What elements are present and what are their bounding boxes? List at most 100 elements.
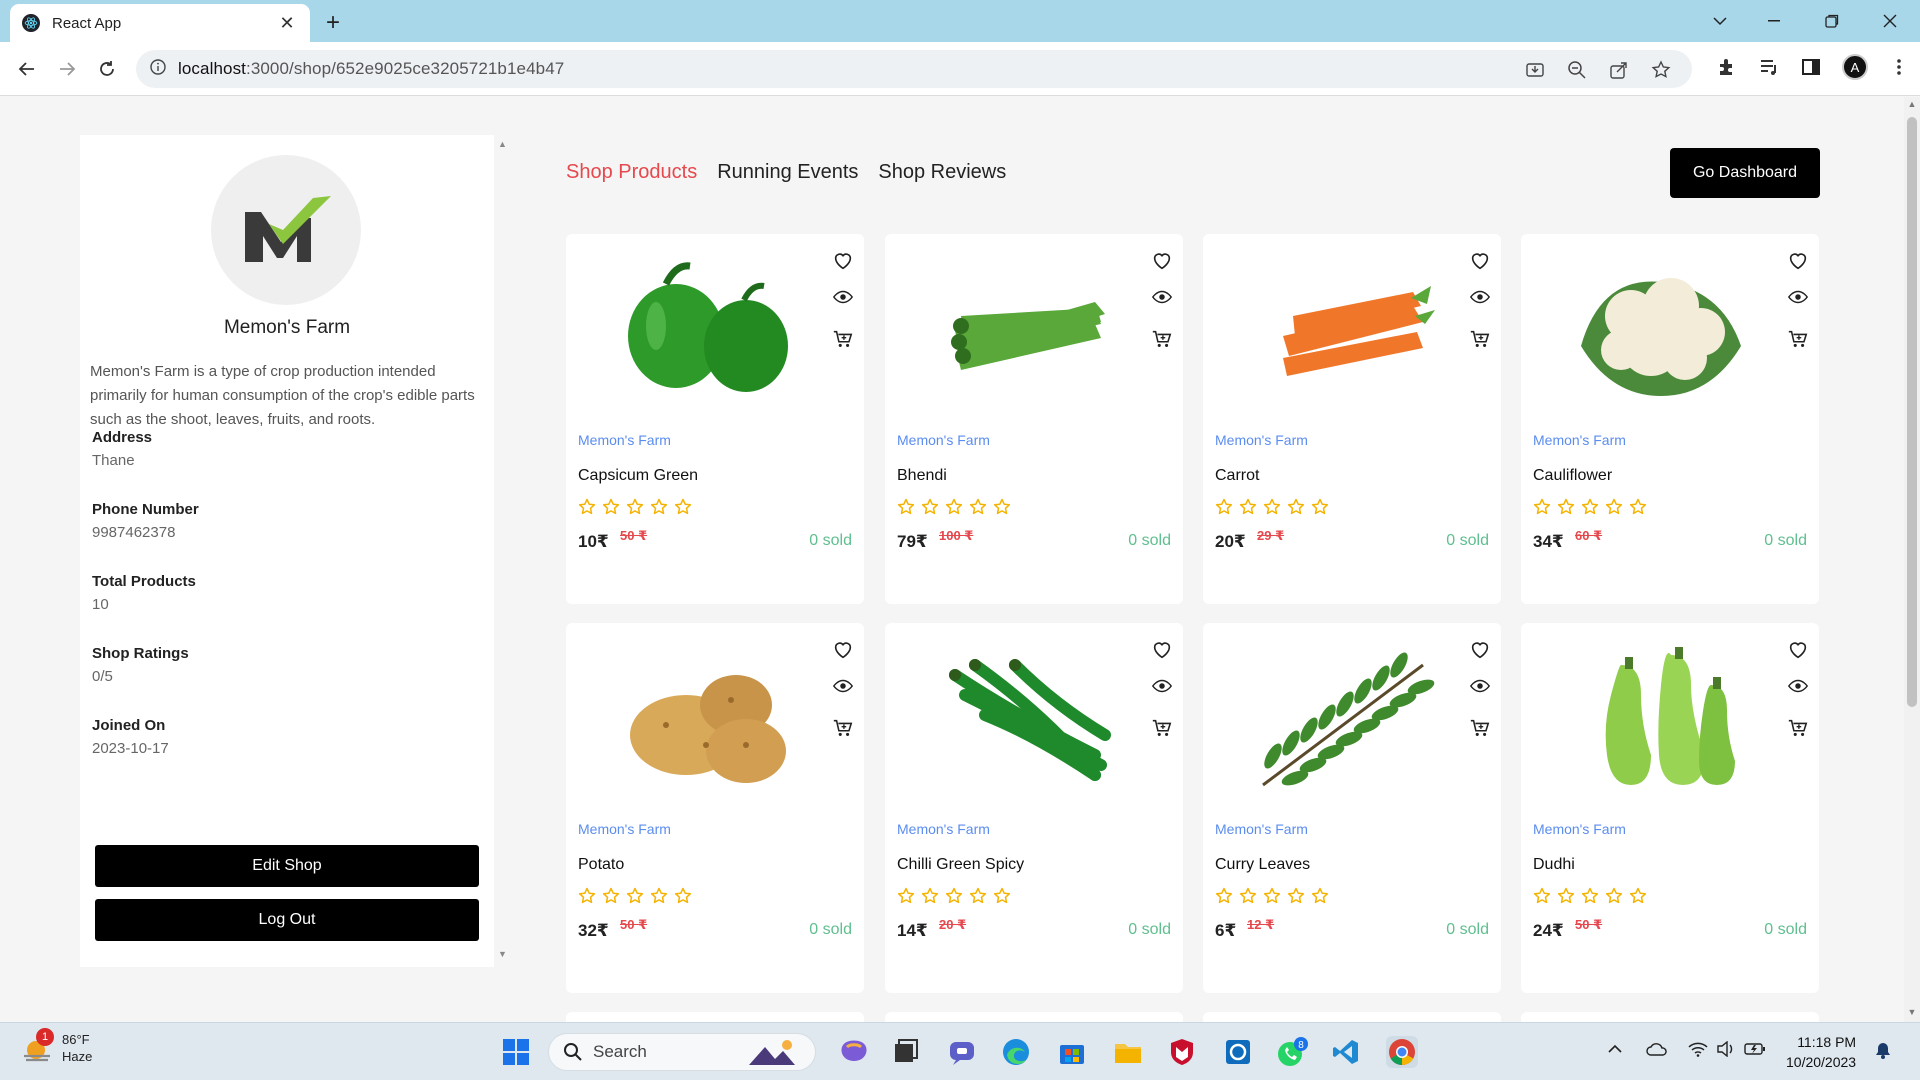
vscode-icon[interactable]	[1330, 1036, 1362, 1068]
scroll-down-arrow-icon[interactable]: ▼	[498, 949, 507, 959]
zoom-icon[interactable]	[1566, 59, 1588, 81]
notification-bell-icon[interactable]	[1874, 1041, 1892, 1063]
star-icon[interactable]	[1605, 887, 1623, 905]
eye-icon[interactable]	[1787, 286, 1809, 308]
product-shop-link[interactable]: Memon's Farm	[1215, 432, 1308, 448]
remote-app-icon[interactable]	[1222, 1036, 1254, 1068]
heart-icon[interactable]	[1787, 639, 1809, 661]
product-shop-link[interactable]: Memon's Farm	[897, 821, 990, 837]
cart-icon[interactable]	[1151, 328, 1173, 350]
star-icon[interactable]	[1629, 498, 1647, 516]
star-icon[interactable]	[650, 498, 668, 516]
cart-icon[interactable]	[1151, 717, 1173, 739]
product-shop-link[interactable]: Memon's Farm	[1215, 821, 1308, 837]
windows-start-icon[interactable]	[500, 1036, 532, 1068]
heart-icon[interactable]	[1469, 250, 1491, 272]
product-image[interactable]	[1561, 635, 1761, 805]
extensions-puzzle-icon[interactable]	[1716, 56, 1738, 78]
product-shop-link[interactable]: Memon's Farm	[897, 432, 990, 448]
product-card[interactable]: Memon's Farm Capsicum Green 10₹ 50 ₹ 0 s…	[566, 234, 864, 604]
star-icon[interactable]	[602, 887, 620, 905]
product-image[interactable]	[606, 635, 806, 805]
star-icon[interactable]	[969, 887, 987, 905]
star-icon[interactable]	[921, 887, 939, 905]
go-dashboard-button[interactable]: Go Dashboard	[1670, 148, 1820, 198]
product-name[interactable]: Curry Leaves	[1215, 856, 1310, 874]
star-icon[interactable]	[1311, 887, 1329, 905]
product-name[interactable]: Dudhi	[1533, 856, 1575, 874]
eye-icon[interactable]	[1151, 675, 1173, 697]
product-image[interactable]	[1243, 246, 1443, 416]
reload-icon[interactable]	[92, 54, 122, 84]
star-icon[interactable]	[897, 887, 915, 905]
star-icon[interactable]	[626, 498, 644, 516]
media-queue-icon[interactable]	[1758, 56, 1780, 78]
product-image[interactable]	[925, 246, 1125, 416]
cart-icon[interactable]	[1469, 717, 1491, 739]
mcafee-shield-icon[interactable]	[1166, 1036, 1198, 1068]
product-card[interactable]: Memon's Farm Chilli Green Spicy 14₹ 20 ₹…	[885, 623, 1183, 993]
system-clock[interactable]: 11:18 PM 10/20/2023	[1786, 1032, 1856, 1072]
volume-icon[interactable]	[1716, 1040, 1736, 1061]
back-arrow-icon[interactable]	[12, 54, 42, 84]
cart-icon[interactable]	[832, 328, 854, 350]
product-card[interactable]: Memon's Farm Curry Leaves 6₹ 12 ₹ 0 sold	[1203, 623, 1501, 993]
address-bar[interactable]: localhost:3000/shop/652e9025ce3205721b1e…	[136, 50, 1692, 88]
star-icon[interactable]	[674, 887, 692, 905]
star-icon[interactable]	[578, 498, 596, 516]
weather-widget[interactable]: 1 86°F Haze	[22, 1028, 92, 1065]
eye-icon[interactable]	[1787, 675, 1809, 697]
cart-icon[interactable]	[1787, 717, 1809, 739]
star-icon[interactable]	[1263, 887, 1281, 905]
cart-icon[interactable]	[1469, 328, 1491, 350]
star-icon[interactable]	[1557, 498, 1575, 516]
heart-icon[interactable]	[832, 250, 854, 272]
new-tab-button[interactable]: +	[326, 9, 340, 37]
product-card[interactable]: Memon's Farm Bhendi 79₹ 100 ₹ 0 sold	[885, 234, 1183, 604]
heart-icon[interactable]	[1151, 250, 1173, 272]
star-icon[interactable]	[578, 887, 596, 905]
wifi-icon[interactable]	[1688, 1041, 1708, 1061]
product-name[interactable]: Capsicum Green	[578, 467, 698, 485]
product-card[interactable]: Memon's Farm Carrot 20₹ 29 ₹ 0 sold	[1203, 234, 1501, 604]
close-window-icon[interactable]	[1870, 6, 1910, 36]
star-icon[interactable]	[1215, 887, 1233, 905]
star-icon[interactable]	[602, 498, 620, 516]
product-name[interactable]: Cauliflower	[1533, 467, 1612, 485]
star-icon[interactable]	[1239, 498, 1257, 516]
product-card[interactable]: Memon's Farm Dudhi 24₹ 50 ₹ 0 sold	[1521, 623, 1819, 993]
product-image[interactable]	[606, 246, 806, 416]
show-hidden-icons-chevron-icon[interactable]	[1608, 1041, 1622, 1058]
sidebar-scrollbar[interactable]: ▲ ▼	[496, 135, 510, 967]
tab-shop-products[interactable]: Shop Products	[566, 161, 697, 184]
eye-icon[interactable]	[1151, 286, 1173, 308]
star-icon[interactable]	[650, 887, 668, 905]
product-image[interactable]	[1243, 635, 1443, 805]
star-icon[interactable]	[1557, 887, 1575, 905]
star-icon[interactable]	[921, 498, 939, 516]
scroll-down-arrow-icon[interactable]: ▼	[1907, 1007, 1917, 1017]
scroll-up-arrow-icon[interactable]: ▲	[1907, 99, 1917, 109]
star-icon[interactable]	[1287, 887, 1305, 905]
star-icon[interactable]	[1605, 498, 1623, 516]
whatsapp-icon[interactable]: 8	[1276, 1036, 1308, 1068]
browser-tab[interactable]: React App ✕	[10, 4, 310, 42]
product-shop-link[interactable]: Memon's Farm	[1533, 432, 1626, 448]
star-icon[interactable]	[1533, 887, 1551, 905]
site-info-icon[interactable]	[150, 58, 166, 80]
edit-shop-button[interactable]: Edit Shop	[95, 845, 479, 887]
product-image[interactable]	[1561, 246, 1761, 416]
star-icon[interactable]	[1263, 498, 1281, 516]
profile-avatar[interactable]: A	[1842, 54, 1868, 80]
heart-icon[interactable]	[1469, 639, 1491, 661]
tab-shop-reviews[interactable]: Shop Reviews	[878, 161, 1006, 184]
star-icon[interactable]	[1239, 887, 1257, 905]
taskbar-search-box[interactable]: Search	[548, 1033, 816, 1071]
browser-menu-kebab-icon[interactable]	[1888, 56, 1910, 78]
product-shop-link[interactable]: Memon's Farm	[1533, 821, 1626, 837]
star-icon[interactable]	[897, 498, 915, 516]
product-card[interactable]: Memon's Farm Potato 32₹ 50 ₹ 0 sold	[566, 623, 864, 993]
product-name[interactable]: Potato	[578, 856, 624, 874]
star-icon[interactable]	[1581, 887, 1599, 905]
product-shop-link[interactable]: Memon's Farm	[578, 821, 671, 837]
